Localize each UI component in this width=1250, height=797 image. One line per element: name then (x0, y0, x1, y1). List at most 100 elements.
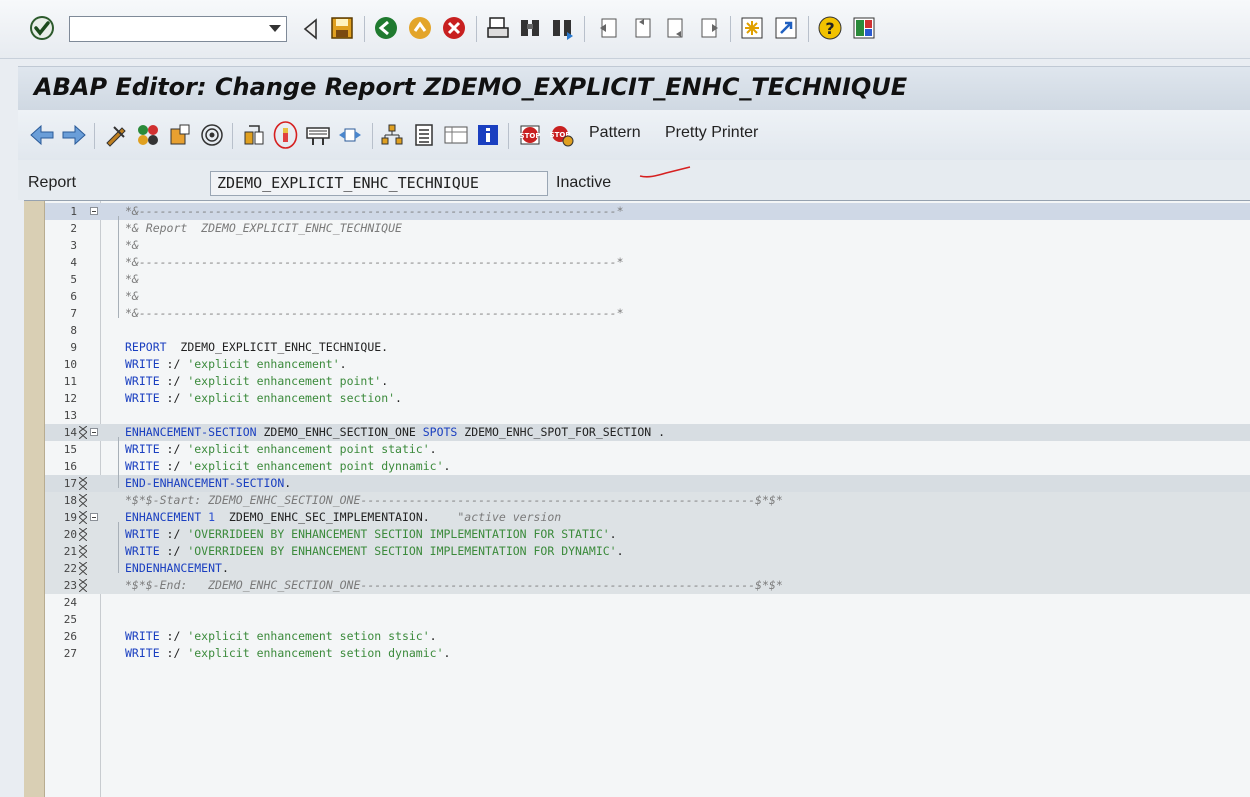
first-page-icon[interactable] (594, 14, 622, 42)
code-line[interactable]: 7 *&-------------------------------------… (45, 305, 1250, 322)
code-line[interactable]: 15 WRITE :/ 'explicit enhancement point s… (45, 441, 1250, 458)
code-line[interactable]: 20 WRITE :/ 'OVERRIDEEN BY ENHANCEMENT SE… (45, 526, 1250, 543)
info-icon[interactable] (474, 121, 502, 149)
next-page-icon[interactable] (662, 14, 690, 42)
code-line[interactable]: 26 WRITE :/ 'explicit enhancement setion … (45, 628, 1250, 645)
code-line[interactable]: 11 WRITE :/ 'explicit enhancement point'. (45, 373, 1250, 390)
code-token: ZDEMO_ENHC_SPOT_FOR_SECTION . (457, 425, 666, 439)
back-arrow-icon[interactable] (28, 121, 56, 149)
code-line[interactable]: 17 END-ENHANCEMENT-SECTION. (45, 475, 1250, 492)
forward-arrow-icon[interactable] (60, 121, 88, 149)
last-page-icon[interactable] (696, 14, 724, 42)
code-line[interactable]: 5 *& (45, 271, 1250, 288)
exit-icon[interactable] (406, 14, 434, 42)
line-number: 22 (63, 562, 77, 575)
code-token: REPORT (125, 340, 167, 354)
object-list-icon[interactable] (410, 121, 438, 149)
code-line[interactable]: 23 *$*$-End: ZDEMO_ENHC_SECTION_ONE------… (45, 577, 1250, 594)
where-used-icon[interactable] (198, 121, 226, 149)
breakpoint-set-icon[interactable]: STOP (516, 121, 544, 149)
title-bar: ABAP Editor: Change Report ZDEMO_EXPLICI… (18, 66, 1250, 111)
new-session-icon[interactable] (738, 14, 766, 42)
find-icon[interactable] (516, 14, 544, 42)
code-text: *& (125, 238, 139, 252)
pattern-button[interactable]: Pattern (589, 124, 641, 142)
back-icon[interactable] (372, 14, 400, 42)
chevron-down-icon[interactable] (266, 20, 284, 38)
help-icon[interactable]: ? (816, 14, 844, 42)
code-token: *& Report ZDEMO_EXPLICIT_ENHC_TECHNIQUE (125, 221, 402, 235)
print-icon[interactable] (484, 14, 512, 42)
code-token: ZDEMO_ENHC_SECTION_ONE (256, 425, 423, 439)
code-editor[interactable]: 1 *&-------------------------------------… (24, 200, 1250, 797)
expand-left-icon[interactable] (296, 15, 324, 43)
hierarchy-icon[interactable] (378, 121, 406, 149)
display-object-list-icon[interactable] (442, 121, 470, 149)
find-next-icon[interactable] (548, 14, 576, 42)
check-icon[interactable] (134, 121, 162, 149)
code-text: *&--------------------------------------… (125, 255, 624, 269)
code-token: ZDEMO_EXPLICIT_ENHC_TECHNIQUE. (166, 340, 389, 354)
code-line[interactable]: 16 WRITE :/ 'explicit enhancement point d… (45, 458, 1250, 475)
code-line[interactable]: 8 (45, 322, 1250, 339)
previous-page-icon[interactable] (628, 14, 656, 42)
code-line[interactable]: 3 *& (45, 237, 1250, 254)
line-number: 13 (63, 409, 77, 422)
code-line[interactable]: 25 (45, 611, 1250, 628)
code-text: *&--------------------------------------… (125, 204, 624, 218)
insert-statement-icon[interactable] (304, 121, 332, 149)
code-token: . (429, 629, 437, 643)
pretty-printer-button[interactable]: Pretty Printer (665, 124, 758, 142)
command-field[interactable] (69, 16, 287, 42)
display-change-icon[interactable] (272, 121, 300, 149)
code-line[interactable]: 21 WRITE :/ 'OVERRIDEEN BY ENHANCEMENT SE… (45, 543, 1250, 560)
code-token: . (381, 374, 389, 388)
code-line[interactable]: 22 ENDENHANCEMENT. (45, 560, 1250, 577)
other-object-icon[interactable] (102, 121, 130, 149)
code-text: WRITE :/ 'explicit enhancement point dyn… (125, 459, 450, 473)
fold-toggle-icon[interactable] (90, 428, 98, 436)
code-line[interactable]: 13 (45, 407, 1250, 424)
code-line[interactable]: 24 (45, 594, 1250, 611)
shortcut-icon[interactable] (772, 14, 800, 42)
cancel-icon[interactable] (440, 14, 468, 42)
code-line[interactable]: 2 *& Report ZDEMO_EXPLICIT_ENHC_TECHNIQUE (45, 220, 1250, 237)
fold-toggle-icon[interactable] (90, 207, 98, 215)
code-line[interactable]: 27 WRITE :/ 'explicit enhancement setion … (45, 645, 1250, 662)
code-line[interactable]: 19 ENHANCEMENT 1 ZDEMO_ENHC_SEC_IMPLEMENT… (45, 509, 1250, 526)
code-line[interactable]: 9 REPORT ZDEMO_EXPLICIT_ENHC_TECHNIQUE. (45, 339, 1250, 356)
move-icon[interactable] (336, 121, 364, 149)
code-token: :/ (159, 544, 188, 558)
breakpoint-session-icon[interactable]: STOP (548, 121, 576, 149)
line-number: 23 (63, 579, 77, 592)
code-line[interactable]: 1 *&-------------------------------------… (45, 203, 1250, 220)
code-token: *$*$-Start: ZDEMO_ENHC_SECTION_ONE------… (125, 493, 783, 507)
fold-toggle-icon[interactable] (90, 513, 98, 521)
svg-text:STOP: STOP (520, 132, 541, 140)
command-input[interactable] (73, 18, 267, 42)
code-line[interactable]: 6 *& (45, 288, 1250, 305)
line-number: 21 (63, 545, 77, 558)
application-toolbar: STOP STOP Pattern Pretty Printer (18, 110, 1250, 161)
code-line[interactable]: 12 WRITE :/ 'explicit enhancement section… (45, 390, 1250, 407)
code-token: . (284, 476, 292, 490)
code-token: . (429, 442, 437, 456)
code-line[interactable]: 10 WRITE :/ 'explicit enhancement'. (45, 356, 1250, 373)
layout-icon[interactable] (850, 14, 878, 42)
enhancement-marker-icon (79, 528, 87, 541)
enhance-icon[interactable] (240, 121, 268, 149)
code-line[interactable]: 18 *$*$-Start: ZDEMO_ENHC_SECTION_ONE----… (45, 492, 1250, 509)
code-token: WRITE (125, 629, 160, 643)
code-token: ENHANCEMENT-SECTION (125, 425, 257, 439)
line-number: 25 (63, 613, 77, 626)
line-number: 27 (63, 647, 77, 660)
activate-icon[interactable] (166, 121, 194, 149)
code-token: 'explicit enhancement' (187, 357, 340, 371)
code-line[interactable]: 4 *&-------------------------------------… (45, 254, 1250, 271)
enhancement-marker-icon (79, 579, 87, 592)
enter-icon[interactable] (28, 14, 56, 42)
code-token: . (616, 544, 624, 558)
code-line[interactable]: 14 ENHANCEMENT-SECTION ZDEMO_ENHC_SECTION… (45, 424, 1250, 441)
code-token: 'explicit enhancement section' (187, 391, 396, 405)
save-icon[interactable] (328, 14, 356, 42)
